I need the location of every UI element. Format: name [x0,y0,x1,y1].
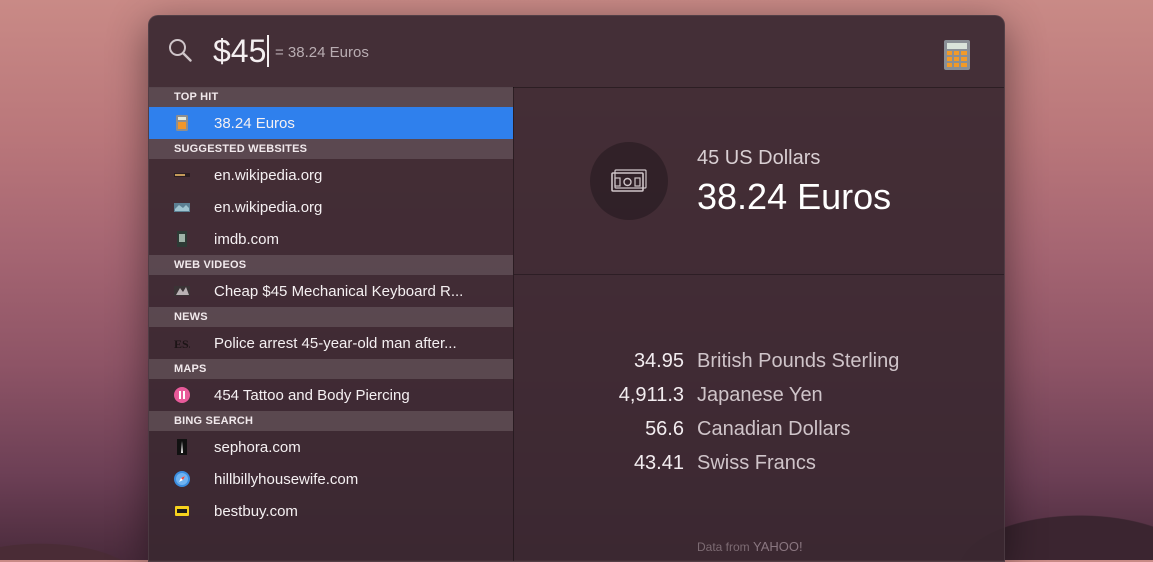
result-label: Cheap $45 Mechanical Keyboard R... [214,283,464,300]
result-item[interactable]: 38.24 Euros [149,107,513,139]
currency-icon-badge [590,142,668,220]
calculator-icon [176,115,188,131]
result-label: en.wikipedia.org [214,199,323,216]
bestbuy-logo-icon [175,506,189,516]
result-label: imdb.com [214,231,280,248]
rate-value: 43.41 [633,452,684,474]
yahoo-logo: YAHOO! [753,539,803,554]
data-source-credit[interactable]: Data from YAHOO! [697,539,803,554]
spotlight-window: $45 = 38.24 Euros TOP HIT 38.24 Euros SU… [148,15,1005,562]
rate-currency: Swiss Francs [697,452,816,474]
section-header-news: NEWS [149,307,513,327]
preview-pane: 45 US Dollars 38.24 Euros 34.95 British … [514,87,1004,561]
result-item[interactable]: en.wikipedia.org [149,159,513,191]
result-item[interactable]: Cheap $45 Mechanical Keyboard R... [149,275,513,307]
banknote-icon [611,169,647,192]
result-label: 454 Tattoo and Body Piercing [214,387,410,404]
calculator-app-icon [944,40,970,70]
website-thumbnail-icon [177,231,187,247]
section-header-bing-search: BING SEARCH [149,411,513,431]
map-pin-icon [174,387,190,403]
rate-value: 34.95 [633,350,684,372]
result-item[interactable]: en.wikipedia.org [149,191,513,223]
section-header-maps: MAPS [149,359,513,379]
svg-text:ES.: ES. [174,337,190,351]
website-thumbnail-icon [174,203,190,212]
search-icon [169,39,192,62]
rate-value: 56.6 [645,418,684,440]
results-list: TOP HIT 38.24 Euros SUGGESTED WEBSITES e… [149,87,514,561]
result-item[interactable]: sephora.com [149,431,513,463]
result-item[interactable]: 454 Tattoo and Body Piercing [149,379,513,411]
result-label: hillbillyhousewife.com [214,471,359,488]
rate-currency: Japanese Yen [697,384,823,406]
result-label: sephora.com [214,439,301,456]
text-caret [267,35,270,67]
search-input[interactable]: $45 [213,33,270,69]
rate-row: 4,911.3 Japanese Yen [514,384,1004,418]
rate-currency: British Pounds Sterling [697,350,900,372]
search-bar[interactable]: $45 = 38.24 Euros [149,16,1004,88]
data-source-prefix: Data from [697,540,750,554]
source-amount: 45 US Dollars [697,147,821,169]
search-inline-result: = 38.24 Euros [275,44,369,61]
section-header-web-videos: WEB VIDEOS [149,255,513,275]
exchange-rates-list: 34.95 British Pounds Sterling 4,911.3 Ja… [514,350,1004,486]
result-item[interactable]: imdb.com [149,223,513,255]
conversion-summary: 45 US Dollars 38.24 Euros [514,87,1004,275]
result-item[interactable]: bestbuy.com [149,495,513,527]
rate-currency: Canadian Dollars [697,418,851,440]
section-header-suggested-websites: SUGGESTED WEBSITES [149,139,513,159]
rate-row: 56.6 Canadian Dollars [514,418,1004,452]
rate-row: 43.41 Swiss Francs [514,452,1004,486]
result-label: Police arrest 45-year-old man after... [214,335,457,352]
safari-icon [174,471,190,487]
result-item[interactable]: hillbillyhousewife.com [149,463,513,495]
website-thumbnail-icon [177,439,187,455]
rate-value: 4,911.3 [618,384,684,406]
rate-row: 34.95 British Pounds Sterling [514,350,1004,384]
result-item[interactable]: ES. Police arrest 45-year-old man after.… [149,327,513,359]
video-thumbnail-icon [174,286,190,296]
result-label: en.wikipedia.org [214,167,323,184]
news-logo-icon: ES. [174,337,190,351]
website-thumbnail-icon [174,173,190,177]
result-label: 38.24 Euros [214,115,295,132]
result-label: bestbuy.com [214,503,298,520]
converted-amount: 38.24 Euros [697,176,892,217]
section-header-top-hit: TOP HIT [149,87,513,107]
